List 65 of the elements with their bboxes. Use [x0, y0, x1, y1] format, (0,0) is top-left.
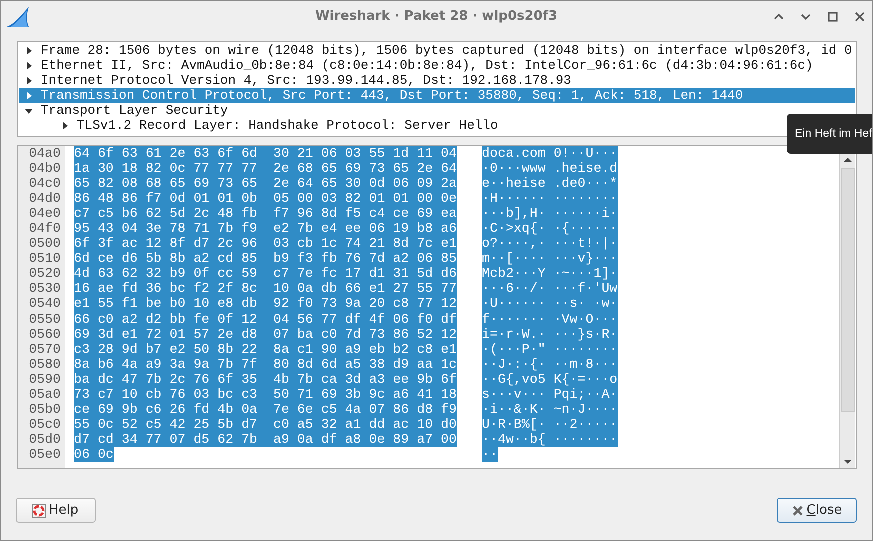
offset-label: 04b0 — [28, 161, 62, 176]
hex-bytes: c3 28 9d b7 e2 50 8b 22 8a c1 90 a9 eb b2 c8 e1 — [74, 342, 458, 357]
hex-bytes: 65 82 08 68 65 69 73 65 2e 64 65 30 0d 06 09 2a — [74, 176, 458, 192]
ascii-text: o?····,· ···t!·|· — [482, 236, 618, 252]
ascii-text: i=·r·W.· ···}s·R· — [482, 326, 618, 342]
ascii-text: s···v··· Pqi;··A· — [482, 386, 618, 402]
ascii-text: m··[···· ···v}··· — [482, 251, 618, 266]
hex-bytes: 55 0c 52 c5 42 25 5b d7 c0 a5 32 a1 dd ac 10 d0 — [74, 416, 458, 432]
ascii-text: ·U······ ··s· ·w· — [482, 296, 618, 312]
hex-bytes: ba dc 47 7b 2c 76 6f 35 4b 7b ca 3d a3 ee 9b 6f — [74, 372, 458, 387]
offset-label: 04a0 — [28, 146, 62, 162]
offset-label: 04e0 — [28, 206, 62, 222]
hex-bytes: e1 55 f1 be b0 10 e8 db 92 f0 73 9a 20 c8 77 12 — [74, 296, 458, 312]
ascii-text: doca.com 0!··U··· — [482, 146, 618, 162]
window-title: Wireshark · Paket 28 · wlp0s20f3 — [315, 9, 558, 24]
hex-bytes: 8a b6 4a a9 3a 9a 7b 7f 80 8d 6d a5 38 d9 aa 1c — [74, 356, 458, 372]
offset-label: 04f0 — [28, 221, 62, 236]
offset-label: 0580 — [28, 356, 62, 372]
hex-bytes: 06 0c — [74, 446, 114, 462]
ascii-text: f······· ·Vw·O··· — [482, 312, 618, 327]
hex-bytes: 6d ce d6 5b 8b a2 cd 85 b9 f3 fb 76 7d a2 06 85 — [74, 251, 458, 266]
ascii-text: ···6··/· ···f·'Uw — [482, 281, 618, 296]
offset-label: 0530 — [28, 281, 62, 296]
hex-bytes: 16 ae fd 36 bc f2 2f 8c 10 0a db 66 e1 27 55 77 — [74, 281, 458, 296]
hex-bytes: 73 c7 10 cb 76 03 bc c3 50 71 69 3b 9c a6 41 18 — [74, 386, 458, 402]
hex-bytes: c7 c5 b6 62 5d 2c 48 fb f7 96 8d f5 c4 ce 69 ea — [74, 206, 458, 222]
hex-bytes: 66 c0 a2 d2 bb fe 0f 12 04 56 77 df 4f 06 f0 df — [74, 312, 458, 327]
tooltip: Ein Heft im Hef — [787, 114, 872, 154]
ascii-text: ·· — [482, 446, 498, 462]
hex-bytes: d7 cd 34 77 07 d5 62 7b a9 0a df a8 0e 89 a7 00 — [74, 432, 458, 447]
ascii-text: ···b],H· ······i· — [482, 206, 618, 222]
ascii-text: ·i··&·K· ~n·J···· — [482, 402, 618, 417]
ascii-text: ·0···www .heise.d — [482, 161, 618, 176]
offset-label: 05a0 — [28, 386, 62, 402]
hex-bytes: 86 48 86 f7 0d 01 01 0b 05 00 03 82 01 01 00 0e — [74, 191, 458, 206]
hex-bytes: 64 6f 63 61 2e 63 6f 6d 30 21 06 03 55 1d 11 04 — [74, 146, 458, 162]
offset-label: 05b0 — [28, 402, 62, 417]
ascii-text: Mcb2···Y ·~···1]· — [482, 266, 618, 282]
offset-label: 0560 — [28, 326, 62, 342]
hex-bytes: 6f 3f ac 12 8f d7 2c 96 03 cb 1c 74 21 8d 7c e1 — [74, 236, 458, 252]
hex-bytes: 1a 30 18 82 0c 77 77 77 2e 68 65 69 73 65 2e 64 — [74, 161, 458, 176]
ascii-text: ··J·:·{· ··m·8··· — [482, 356, 618, 372]
ascii-text: U·R·B%[· ··2····· — [482, 416, 618, 432]
hex-bytes: 4d 63 62 32 b9 0f cc 59 c7 7e fc 17 d1 31 5d d6 — [74, 266, 458, 282]
hex-bytes: 95 43 04 3e 78 71 7b f9 e2 7b e4 ee 06 19 b8 a6 — [74, 221, 458, 236]
offset-label: 05d0 — [28, 432, 62, 447]
ascii-text: ··4w··b{ ········ — [482, 432, 618, 447]
offset-label: 04c0 — [28, 176, 62, 192]
offset-label: 0550 — [28, 312, 62, 327]
hex-bytes: 69 3d e1 72 01 57 2e d8 07 ba c0 7d 73 86 52 12 — [74, 326, 458, 342]
offset-label: 05e0 — [28, 446, 62, 462]
offset-label: 04d0 — [28, 191, 62, 206]
ascii-text: ·H······ ········ — [482, 191, 618, 206]
ascii-text: ·C·>xq{· ·{······ — [482, 221, 618, 236]
ascii-text: e··heise .de0···* — [482, 176, 618, 192]
offset-label: 0570 — [28, 342, 62, 357]
offset-label: 0520 — [28, 266, 62, 282]
offset-label: 0590 — [28, 372, 62, 387]
hex-bytes: ce 69 9b c6 26 fd 4b 0a 7e 6e c5 4a 07 86 d8 f9 — [74, 402, 458, 417]
ascii-text: ··G{,vo5 K{·=···o — [482, 372, 618, 387]
offset-label: 0540 — [28, 296, 62, 312]
offset-label: 05c0 — [28, 416, 62, 432]
offset-label: 0510 — [28, 251, 62, 266]
ascii-text: ·(···P·" ········ — [482, 342, 618, 357]
offset-label: 0500 — [28, 236, 62, 252]
